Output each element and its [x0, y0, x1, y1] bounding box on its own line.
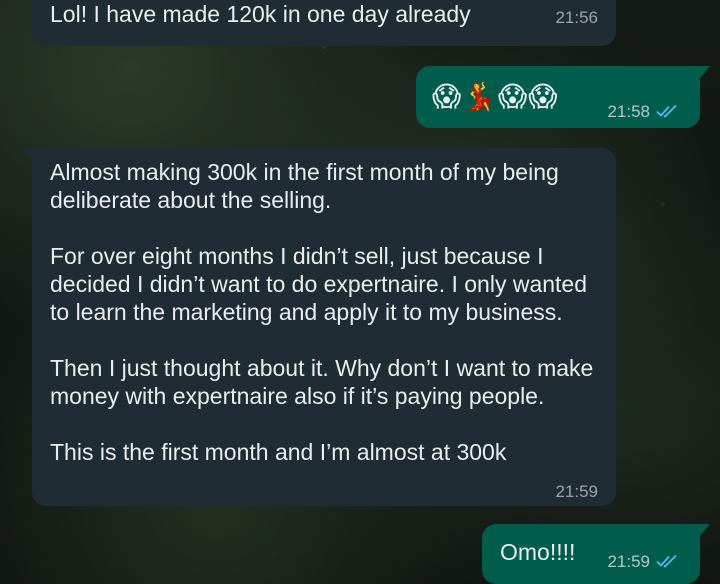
- message-text: Lol! I have made 120k in one day already: [50, 1, 471, 27]
- message-bubble-incoming[interactable]: Lol! I have made 120k in one day already…: [32, 0, 616, 46]
- message-time: 21:56: [555, 8, 598, 27]
- message-paragraph: This is the first month and I’m almost a…: [50, 439, 507, 465]
- message-meta: 21:59: [607, 548, 678, 577]
- message-bubble-outgoing[interactable]: Omo!!!! 21:59: [482, 524, 710, 584]
- emoji-message: 😱💃😱😱: [432, 80, 559, 113]
- message-bubble-outgoing[interactable]: 😱💃😱😱 21:58: [416, 66, 710, 128]
- message-text: Omo!!!!: [500, 539, 576, 565]
- message-time: 21:59: [555, 482, 598, 501]
- message-bubble-incoming[interactable]: Almost making 300k in the first month of…: [22, 148, 616, 506]
- double-check-read-icon: [656, 99, 678, 127]
- message-time: 21:58: [607, 102, 650, 121]
- double-check-read-icon: [656, 549, 678, 577]
- message-meta: 21:58: [607, 98, 678, 127]
- message-paragraph: For over eight months I didn’t sell, jus…: [50, 243, 588, 325]
- message-text: Almost making 300k in the first month of…: [50, 158, 598, 466]
- message-paragraph: Then I just thought about it. Why don’t …: [50, 355, 594, 409]
- message-paragraph: Almost making 300k in the first month of…: [50, 159, 559, 213]
- message-time: 21:59: [607, 552, 650, 571]
